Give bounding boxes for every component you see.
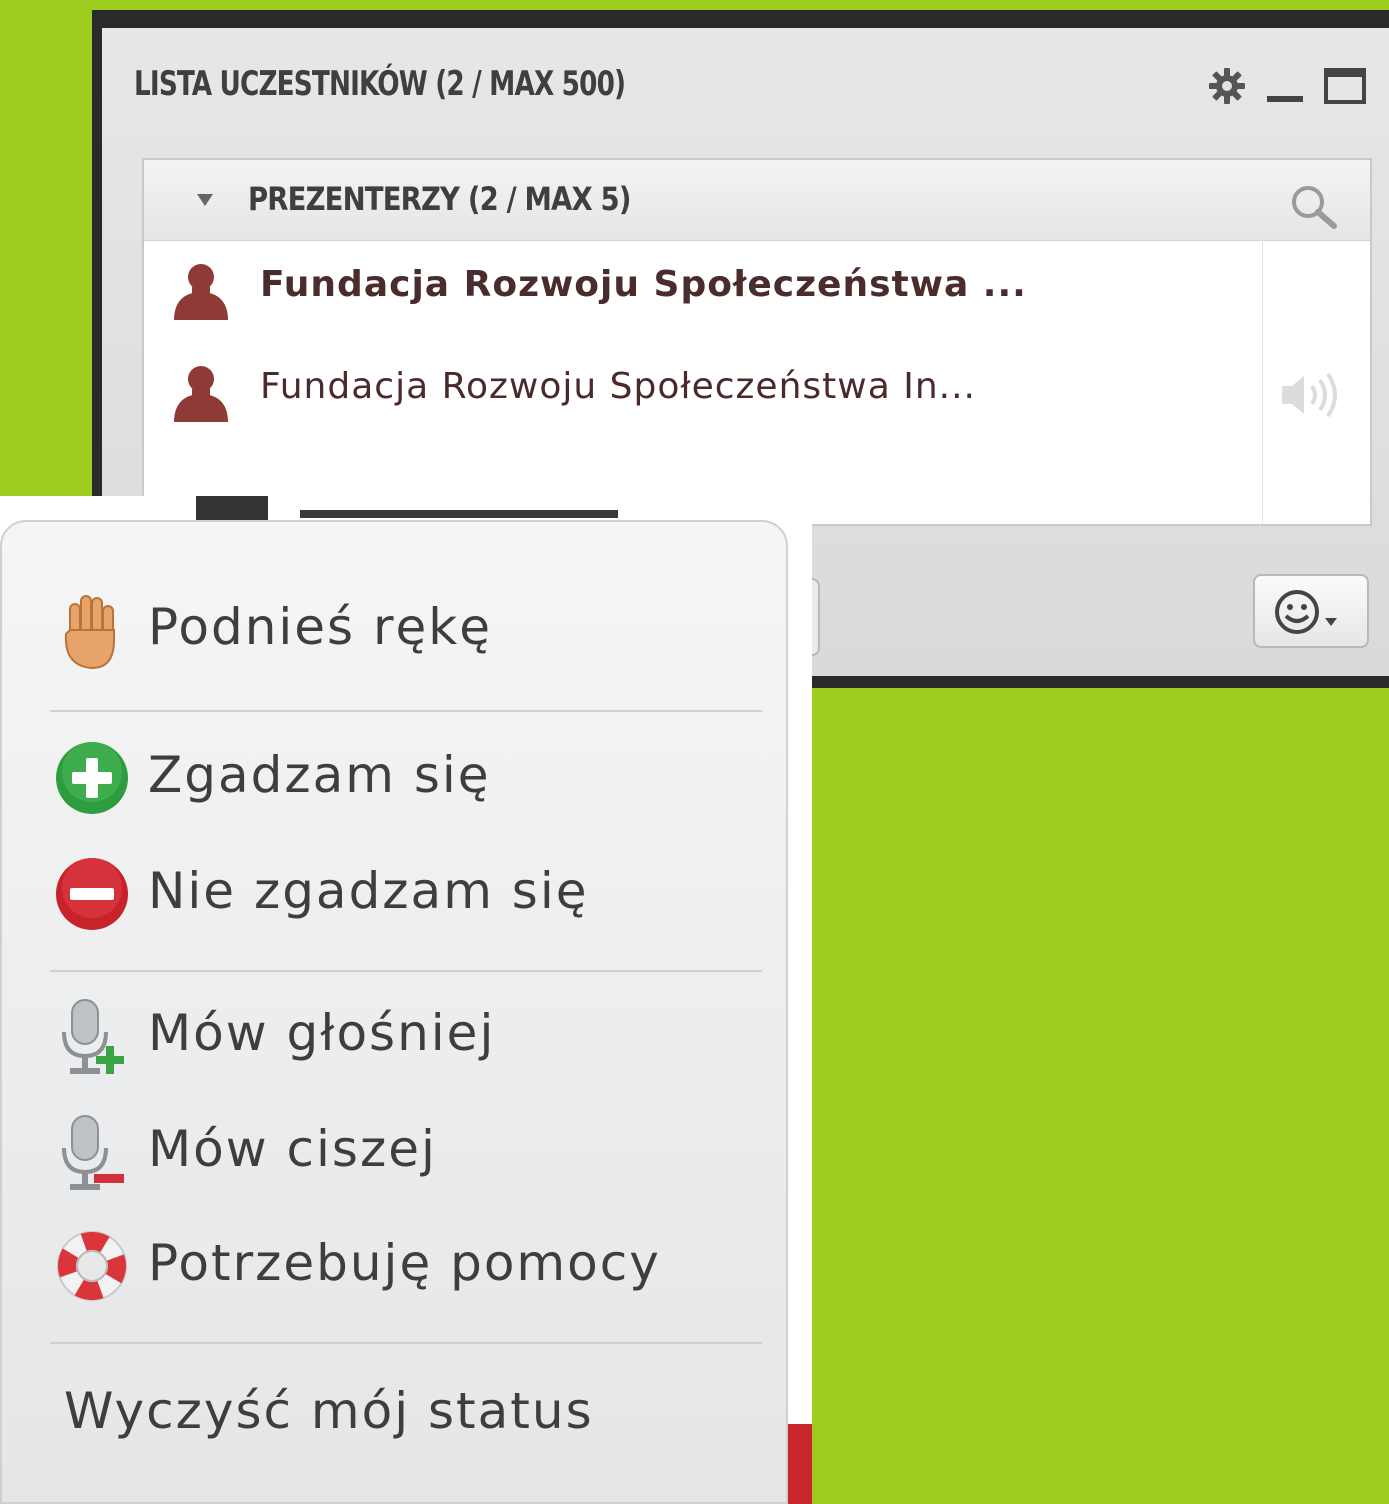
backdrop-red-bar [788,1424,812,1504]
agree-plus-icon [52,738,134,820]
panel-title: LISTA UCZESTNIKÓW (2 / MAX 500) [134,64,626,104]
smiley-dropdown-icon [1275,590,1337,634]
menu-item-need-help[interactable]: Potrzebuję pomocy [52,1220,772,1310]
menu-item-clear-status[interactable]: Wyczyść mój status [64,1382,594,1440]
participant-row[interactable]: Fundacja Rozwoju Społeczeństwa ... [170,256,1250,326]
menu-separator [50,1342,762,1344]
menu-item-disagree[interactable]: Nie zgadzam się [52,848,772,938]
mic-quieter-icon [52,1112,134,1194]
participant-row[interactable]: Fundacja Rozwoju Społeczeństwa In... [170,358,1250,428]
audio-column-divider [1262,240,1263,524]
settings-icon[interactable] [1207,66,1247,106]
status-dropdown-button[interactable] [1253,574,1369,648]
backdrop-strip [196,496,268,520]
minimize-icon[interactable] [1265,66,1305,106]
participant-list: PREZENTERZY (2 / MAX 5) Fundacja Rozwoju… [142,158,1372,526]
menu-item-raise-hand[interactable]: Podnieś rękę [52,584,772,674]
menu-item-speak-quieter[interactable]: Mów ciszej [52,1106,772,1196]
collapse-arrow-icon[interactable] [196,192,214,212]
menu-item-label: Mów ciszej [148,1120,437,1178]
window-controls [1207,66,1367,106]
menu-item-agree[interactable]: Zgadzam się [52,732,772,822]
raise-hand-icon [52,590,134,672]
menu-item-label: Potrzebuję pomocy [148,1234,661,1292]
group-label: PREZENTERZY (2 / MAX 5) [248,180,631,218]
speaker-icon[interactable] [1278,370,1348,424]
menu-item-label: Podnieś rękę [148,598,493,656]
group-header-presenters[interactable]: PREZENTERZY (2 / MAX 5) [144,160,1370,241]
participant-name: Fundacja Rozwoju Społeczeństwa In... [260,366,976,407]
search-icon[interactable] [1288,182,1340,234]
menu-item-label: Zgadzam się [148,746,491,804]
disagree-minus-icon [52,854,134,936]
menu-item-label: Nie zgadzam się [148,862,589,920]
menu-separator [50,710,762,712]
maximize-icon[interactable] [1323,66,1367,106]
user-avatar-icon [170,260,232,326]
user-avatar-icon [170,362,232,428]
backdrop-strip [300,510,618,518]
mic-louder-icon [52,996,134,1078]
status-menu: Podnieś rękę Zgadzam się Nie zgadzam się [0,520,788,1504]
lifebuoy-icon [52,1226,134,1308]
menu-item-label: Mów głośniej [148,1004,496,1062]
menu-item-speak-louder[interactable]: Mów głośniej [52,990,772,1080]
participant-name: Fundacja Rozwoju Społeczeństwa ... [260,264,1027,305]
menu-separator [50,970,762,972]
